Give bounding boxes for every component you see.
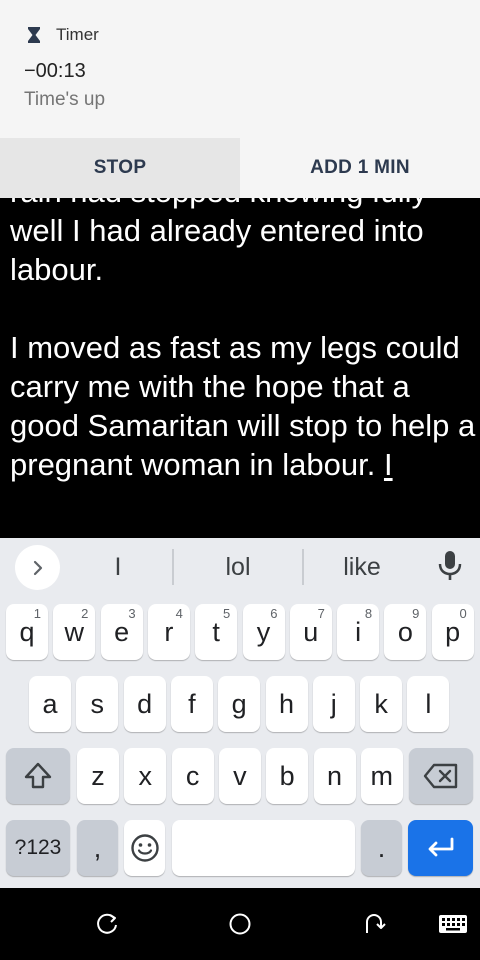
suggestion-bar: I lol like xyxy=(0,538,480,596)
key-a[interactable]: a xyxy=(29,676,71,732)
key-m[interactable]: m xyxy=(360,748,403,804)
suggestion-1[interactable]: I xyxy=(64,538,172,596)
key-number-hint: 3 xyxy=(128,606,136,621)
soft-keyboard: I lol like q1w2e3r4t5y6u7i8o9p0 asdfghjk… xyxy=(0,538,480,888)
suggestion-2[interactable]: lol xyxy=(174,538,302,596)
key-h[interactable]: h xyxy=(265,676,308,732)
key-x[interactable]: x xyxy=(124,748,167,804)
backspace-key[interactable] xyxy=(409,748,473,804)
key-number-hint: 2 xyxy=(81,606,89,621)
key-b[interactable]: b xyxy=(266,748,309,804)
key-s[interactable]: s xyxy=(76,676,119,732)
navigation-bar xyxy=(0,888,480,960)
key-number-hint: 8 xyxy=(364,606,373,621)
shift-key[interactable] xyxy=(6,748,70,804)
rotate-icon[interactable] xyxy=(93,910,121,938)
key-c[interactable]: c xyxy=(171,748,214,804)
key-y[interactable]: y6 xyxy=(242,604,285,660)
key-number-hint: 4 xyxy=(175,606,183,621)
key-label: w xyxy=(64,616,85,647)
key-g[interactable]: g xyxy=(218,676,261,732)
back-icon[interactable] xyxy=(360,910,388,938)
keyboard-switch-icon[interactable] xyxy=(438,910,468,938)
key-u[interactable]: u7 xyxy=(289,604,332,660)
chevron-right-icon xyxy=(33,560,42,575)
notification-actions: STOP ADD 1 MIN xyxy=(0,138,480,198)
key-label: y xyxy=(256,616,271,647)
key-number-hint: 5 xyxy=(222,606,231,621)
document-text: rain had stopped knowing fully well I ha… xyxy=(10,198,476,484)
key-i[interactable]: i8 xyxy=(337,604,380,660)
key-t[interactable]: t5 xyxy=(195,604,238,660)
key-j[interactable]: j xyxy=(312,676,355,732)
space-key[interactable] xyxy=(172,820,355,876)
key-number-hint: 1 xyxy=(33,606,41,621)
expand-suggestions-button[interactable] xyxy=(15,545,60,590)
notification-app-name: Timer xyxy=(56,25,99,44)
backspace-icon xyxy=(423,763,458,789)
key-w[interactable]: w2 xyxy=(53,604,96,660)
comma-key[interactable]: , xyxy=(77,820,118,876)
emoji-key[interactable] xyxy=(124,820,165,876)
enter-icon xyxy=(428,837,453,857)
notification-header: Timer xyxy=(24,24,99,46)
key-r[interactable]: r4 xyxy=(147,604,190,660)
timer-notification[interactable]: Timer −00:13 Time's up STOP ADD 1 MIN xyxy=(0,0,480,198)
key-p[interactable]: p0 xyxy=(431,604,474,660)
home-icon[interactable] xyxy=(226,910,254,938)
key-label: e xyxy=(114,616,130,647)
stop-button[interactable]: STOP xyxy=(0,138,240,198)
document-text-area[interactable]: rain had stopped knowing fully well I ha… xyxy=(0,198,480,538)
add-1-min-button[interactable]: ADD 1 MIN xyxy=(240,138,480,198)
key-o[interactable]: o9 xyxy=(384,604,427,660)
key-z[interactable]: z xyxy=(77,748,119,804)
current-word: I xyxy=(383,447,393,482)
key-label: r xyxy=(164,616,174,647)
microphone-icon[interactable] xyxy=(436,550,464,582)
key-v[interactable]: v xyxy=(218,748,261,804)
shift-icon xyxy=(24,762,52,789)
key-e[interactable]: e3 xyxy=(100,604,143,660)
key-label: t xyxy=(212,616,220,647)
timer-time: −00:13 xyxy=(24,60,86,82)
emoji-icon xyxy=(130,834,159,862)
suggestion-3[interactable]: like xyxy=(304,538,420,596)
enter-key[interactable] xyxy=(408,820,473,876)
key-n[interactable]: n xyxy=(313,748,356,804)
key-number-hint: 9 xyxy=(412,606,420,621)
period-key[interactable]: . xyxy=(361,820,402,876)
key-number-hint: 7 xyxy=(317,606,325,621)
key-f[interactable]: f xyxy=(170,676,213,732)
key-label: q xyxy=(19,616,35,647)
key-label: o xyxy=(397,616,413,647)
symbols-key[interactable]: ?123 xyxy=(6,820,70,876)
document-body-text: rain had stopped knowing fully well I ha… xyxy=(10,198,476,482)
key-number-hint: 0 xyxy=(459,606,467,621)
key-label: i xyxy=(355,616,362,647)
key-label: u xyxy=(303,616,319,647)
timer-status: Time's up xyxy=(24,89,106,110)
hourglass-icon xyxy=(28,27,40,43)
key-k[interactable]: k xyxy=(360,676,403,732)
key-d[interactable]: d xyxy=(123,676,166,732)
key-l[interactable]: l xyxy=(407,676,450,732)
key-label: p xyxy=(445,616,461,647)
key-q[interactable]: q1 xyxy=(6,604,48,660)
key-number-hint: 6 xyxy=(270,606,278,621)
